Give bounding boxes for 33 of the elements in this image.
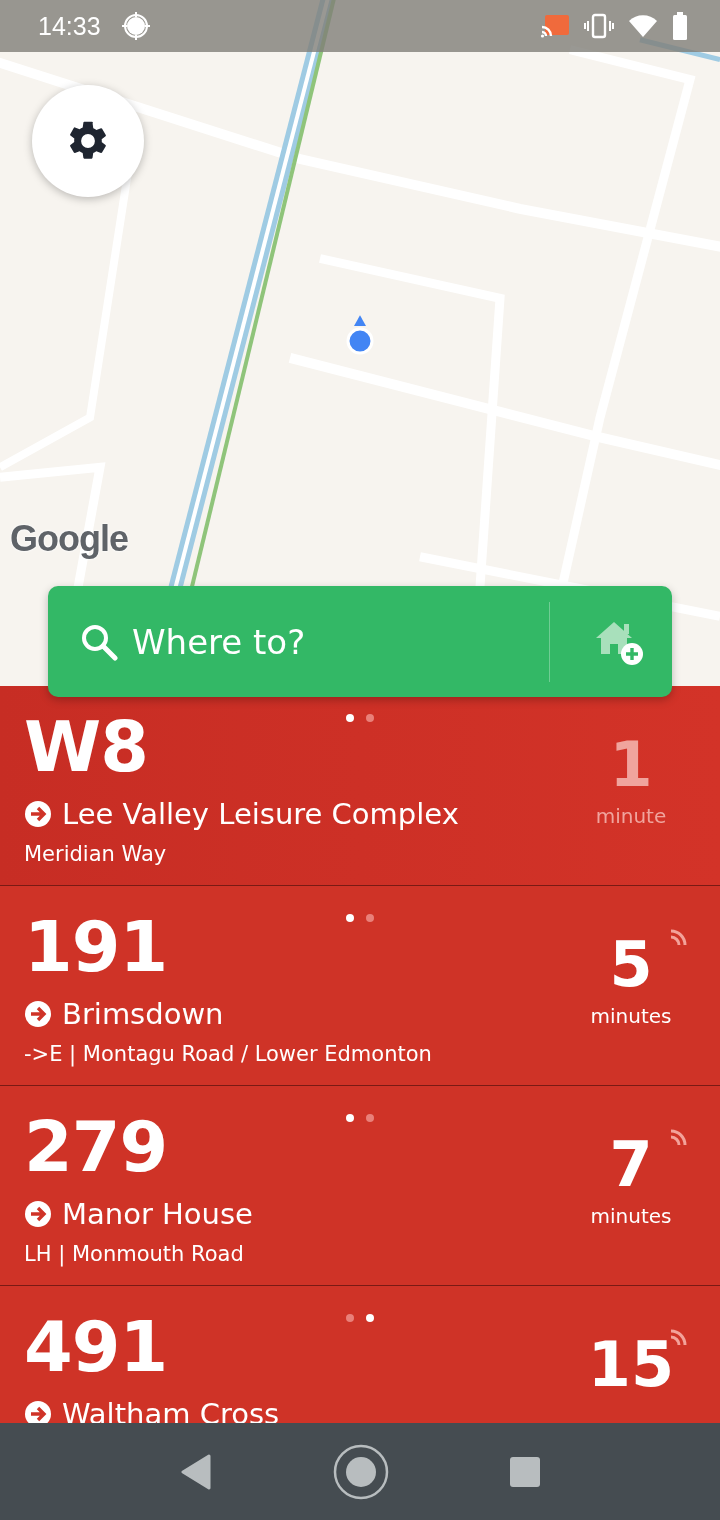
cast-icon bbox=[540, 13, 570, 39]
back-button[interactable] bbox=[179, 1453, 213, 1490]
route-number: 279 bbox=[24, 1112, 169, 1182]
time-unit: minute bbox=[595, 804, 667, 828]
home-button[interactable] bbox=[333, 1443, 389, 1500]
destination: Manor House bbox=[62, 1196, 253, 1232]
destination: Lee Valley Leisure Complex bbox=[62, 796, 459, 832]
arrival-time: 15 bbox=[587, 1334, 675, 1396]
departure-card[interactable]: 279 Manor House LH | Monmouth Road 7 minutes bbox=[0, 1086, 720, 1286]
map-attribution: Google bbox=[10, 518, 128, 560]
departure-card[interactable]: 191 Brimsdown ->E | Montagu Road / Lower Edmonton 5 minutes bbox=[0, 886, 720, 1086]
arrival-time: 7 bbox=[609, 1134, 653, 1196]
stop-name: Meridian Way bbox=[24, 842, 168, 866]
stop-name: LH | Monmouth Road bbox=[24, 1242, 245, 1266]
time-unit: minutes bbox=[590, 1204, 672, 1228]
search-field[interactable]: Where to? bbox=[132, 617, 535, 666]
status-time: 14:33 bbox=[38, 11, 101, 41]
vibrate-icon bbox=[584, 13, 614, 39]
search-icon bbox=[80, 622, 118, 661]
location-icon bbox=[120, 11, 151, 41]
route-number: 491 bbox=[24, 1312, 169, 1382]
stop-name: ->E | Montagu Road / Lower Edmonton bbox=[24, 1042, 433, 1066]
arrival-time: 1 bbox=[609, 734, 653, 796]
time-unit: minutes bbox=[590, 1004, 672, 1028]
recents-button[interactable] bbox=[509, 1455, 541, 1488]
arrival-time: 5 bbox=[609, 934, 653, 996]
battery-icon bbox=[672, 12, 688, 40]
search-bar[interactable]: Where to? bbox=[48, 586, 672, 697]
route-number: 191 bbox=[24, 912, 169, 982]
route-number: W8 bbox=[24, 712, 149, 782]
wifi-icon bbox=[628, 14, 658, 38]
destination: Brimsdown bbox=[62, 996, 224, 1032]
departure-card[interactable]: W8 Lee Valley Leisure Complex Meridian Way 1 minute bbox=[0, 686, 720, 886]
